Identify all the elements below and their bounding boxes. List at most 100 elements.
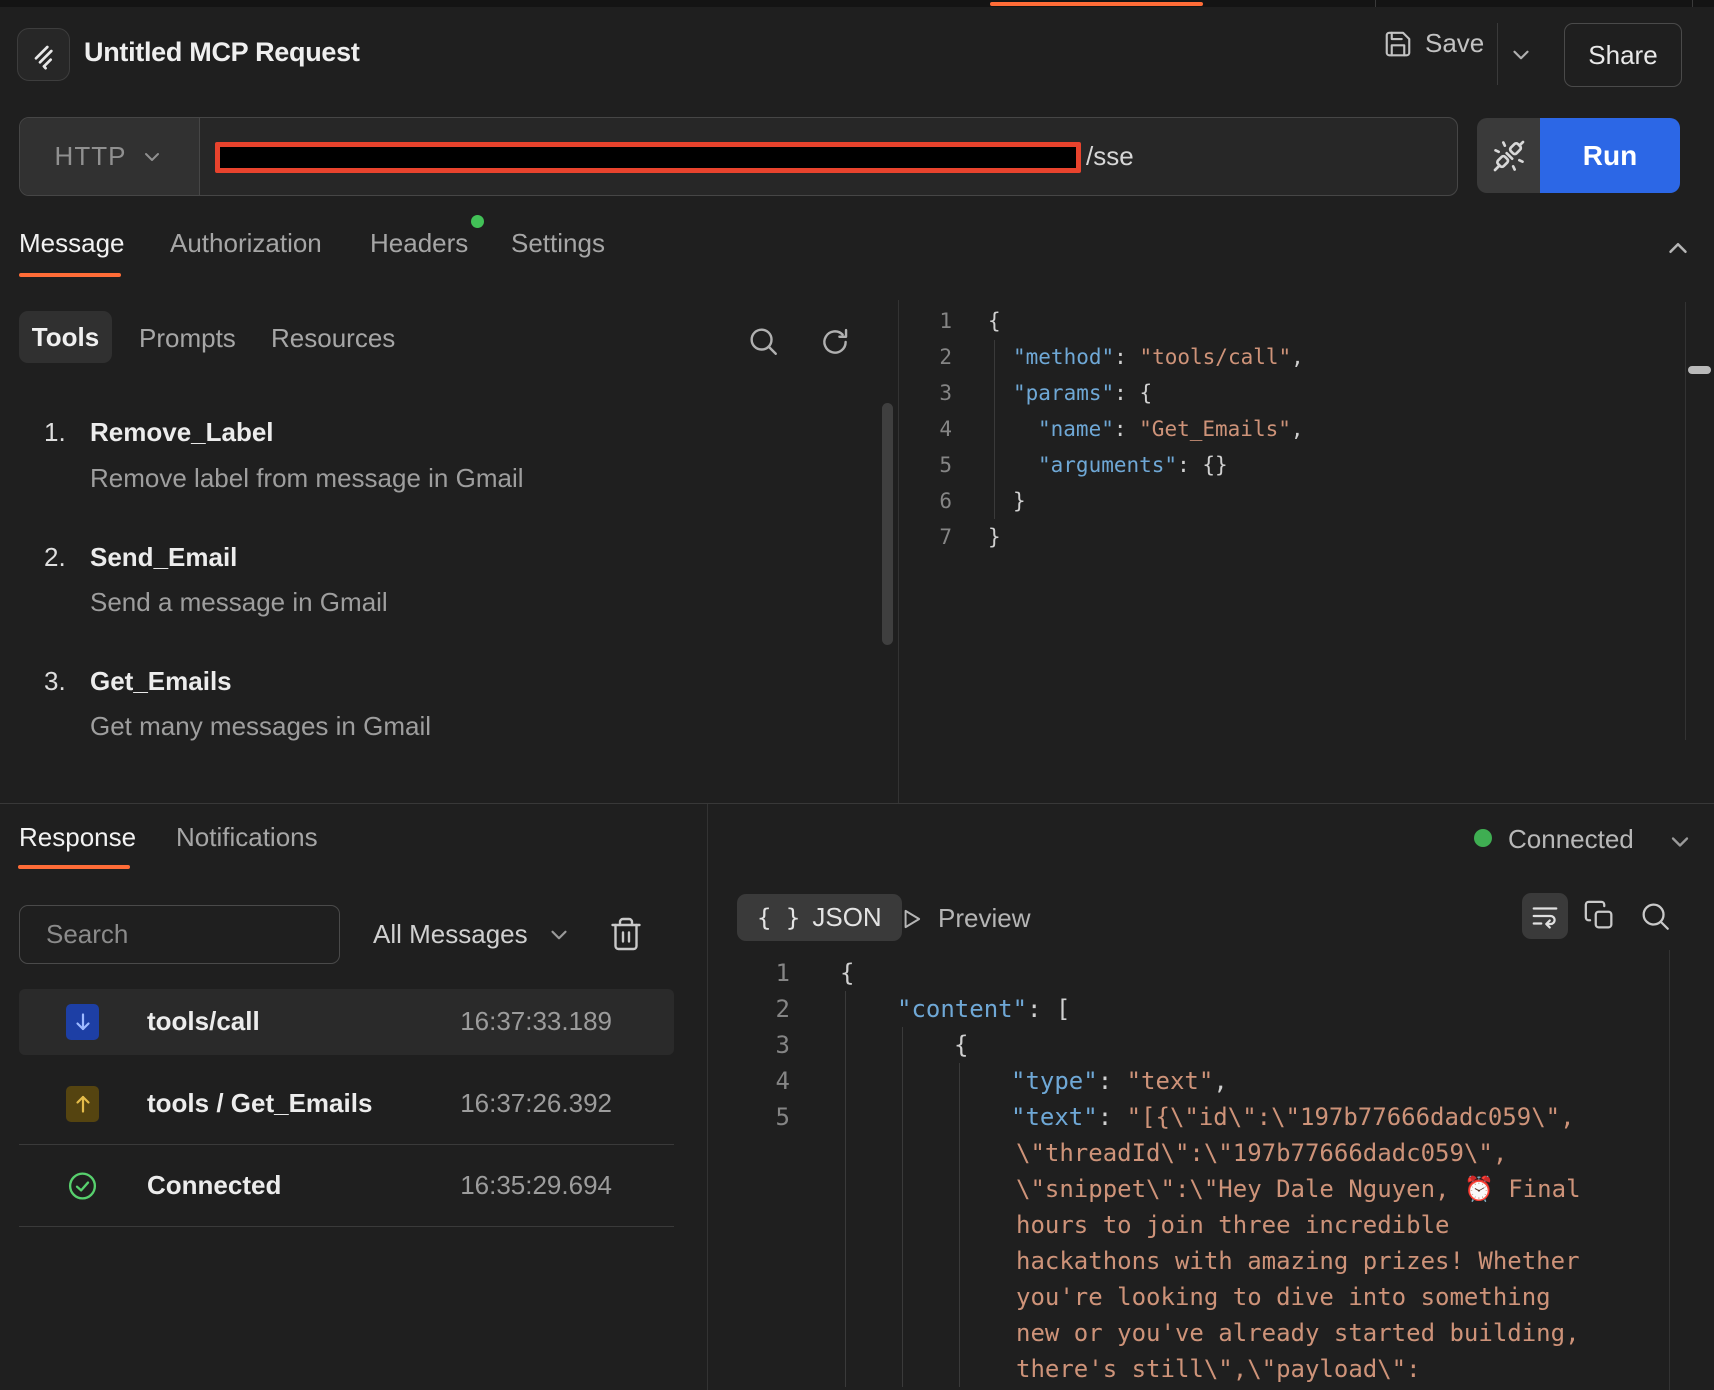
header-divider — [1497, 23, 1498, 85]
json-mode-label: JSON — [812, 902, 881, 933]
tab-strip-divider — [1375, 0, 1376, 7]
code-line: 3"params": { — [898, 375, 1304, 411]
tab-message[interactable]: Message — [19, 228, 125, 259]
code-line: 6} — [898, 483, 1304, 519]
line-number: 4 — [707, 1063, 790, 1099]
message-row[interactable]: tools/call16:37:33.189 — [19, 989, 674, 1055]
braces-icon: { } — [757, 904, 800, 932]
line-number: 6 — [898, 483, 952, 519]
run-label: Run — [1583, 140, 1637, 172]
line-number: 3 — [707, 1027, 790, 1063]
search-input[interactable] — [20, 919, 326, 950]
copy-response-icon[interactable] — [1583, 899, 1617, 933]
code-line: you're looking to dive into something — [707, 1279, 1581, 1315]
connection-status-chevron-icon[interactable] — [1666, 828, 1694, 856]
tool-item-description: Get many messages in Gmail — [90, 711, 431, 742]
line-number — [707, 1243, 790, 1279]
preview-mode-label: Preview — [938, 903, 1030, 934]
tools-list-scrollbar[interactable] — [882, 403, 893, 645]
row-divider — [19, 1144, 674, 1145]
save-button[interactable]: Save — [1383, 28, 1484, 59]
save-label: Save — [1425, 28, 1484, 59]
subtab-prompts[interactable]: Prompts — [139, 323, 236, 354]
code-line: 2"method": "tools/call", — [898, 339, 1304, 375]
headers-indicator-dot — [471, 215, 484, 228]
tools-refresh-icon[interactable] — [818, 325, 852, 359]
code-line: 4"type": "text", — [707, 1063, 1581, 1099]
tool-item-index: 3. — [44, 666, 66, 697]
tab-notifications[interactable]: Notifications — [176, 822, 318, 853]
share-button[interactable]: Share — [1564, 23, 1682, 87]
message-timestamp: 16:37:26.392 — [460, 1088, 612, 1119]
line-number — [707, 1135, 790, 1171]
response-search-icon[interactable] — [1638, 899, 1672, 933]
run-button[interactable]: Run — [1540, 118, 1680, 193]
clear-messages-trash-icon[interactable] — [608, 916, 644, 952]
message-label: tools/call — [147, 1006, 260, 1037]
message-row[interactable]: tools / Get_Emails16:37:26.392 — [19, 1071, 674, 1137]
tool-item-name[interactable]: Get_Emails — [90, 666, 232, 697]
viewer-mode-preview-button[interactable]: Preview — [898, 903, 1030, 934]
request-url-bar[interactable]: HTTP /sse — [19, 117, 1458, 196]
code-line: new or you've already started building, — [707, 1315, 1581, 1351]
line-number — [707, 1207, 790, 1243]
method-label: HTTP — [55, 141, 127, 172]
message-row[interactable]: Connected16:35:29.694 — [19, 1153, 674, 1219]
tool-item-description: Send a message in Gmail — [90, 587, 388, 618]
tab-settings[interactable]: Settings — [511, 228, 605, 259]
mcp-request-icon — [17, 28, 70, 81]
indent-guide — [845, 991, 846, 1387]
code-line: 1{ — [898, 303, 1304, 339]
code-line: 7} — [898, 519, 1304, 555]
chevron-down-icon — [546, 922, 572, 948]
disconnect-plug-icon — [1489, 136, 1529, 176]
tools-search-icon[interactable] — [746, 324, 780, 358]
tool-item-name[interactable]: Remove_Label — [90, 417, 274, 448]
code-line: hackathons with amazing prizes! Whether — [707, 1243, 1581, 1279]
method-dropdown[interactable]: HTTP — [20, 118, 200, 195]
tab-authorization[interactable]: Authorization — [170, 228, 322, 259]
mcp-request-window: Untitled MCP Request Save Share HTTP /ss… — [0, 0, 1714, 1390]
save-options-chevron-icon[interactable] — [1508, 42, 1534, 68]
code-line: 5"arguments": {} — [898, 447, 1304, 483]
message-filter-label: All Messages — [373, 919, 528, 950]
response-json-editor[interactable]: 1{2"content": [3{4"type": "text",5"text"… — [707, 955, 1581, 1387]
line-number: 7 — [898, 519, 952, 555]
line-number — [707, 1279, 790, 1315]
message-label: Connected — [147, 1170, 281, 1201]
subtab-resources[interactable]: Resources — [271, 323, 395, 354]
collapse-section-chevron-icon[interactable] — [1663, 233, 1693, 263]
message-filter-dropdown[interactable]: All Messages — [373, 919, 572, 950]
tab-headers[interactable]: Headers — [370, 228, 468, 259]
line-number: 4 — [898, 411, 952, 447]
active-tab-indicator — [990, 2, 1203, 6]
viewer-mode-json-button[interactable]: { } JSON — [737, 894, 902, 941]
active-response-tab-underline — [18, 865, 130, 869]
editor-scroll-thumb[interactable] — [1688, 366, 1711, 374]
play-icon — [898, 906, 924, 932]
disconnect-button[interactable] — [1477, 118, 1540, 193]
active-tab-underline — [19, 273, 121, 277]
subtab-tools-label: Tools — [32, 322, 99, 353]
connection-status-dot — [1474, 829, 1492, 847]
line-number: 2 — [898, 339, 952, 375]
indent-guide — [902, 1027, 903, 1387]
tab-response[interactable]: Response — [19, 822, 136, 853]
check-circle-icon — [66, 1168, 99, 1204]
editor-scroll-track — [1685, 302, 1686, 740]
save-icon — [1383, 29, 1413, 59]
code-line: \"threadId\":\"197b77666dadc059\", — [707, 1135, 1581, 1171]
request-json-editor[interactable]: 1{2"method": "tools/call",3"params": {4"… — [898, 303, 1304, 555]
code-line: 1{ — [707, 955, 1581, 991]
tab-strip-divider — [1692, 0, 1693, 7]
tool-item-name[interactable]: Send_Email — [90, 542, 237, 573]
line-number — [707, 1315, 790, 1351]
code-line: there's still\",\"payload\": — [707, 1351, 1581, 1387]
message-search-field[interactable] — [19, 905, 340, 964]
line-number — [707, 1171, 790, 1207]
subtab-tools[interactable]: Tools — [19, 311, 112, 363]
connection-status-label: Connected — [1508, 824, 1634, 855]
section-divider — [0, 803, 1714, 804]
line-number: 2 — [707, 991, 790, 1027]
word-wrap-toggle-button[interactable] — [1522, 893, 1568, 939]
